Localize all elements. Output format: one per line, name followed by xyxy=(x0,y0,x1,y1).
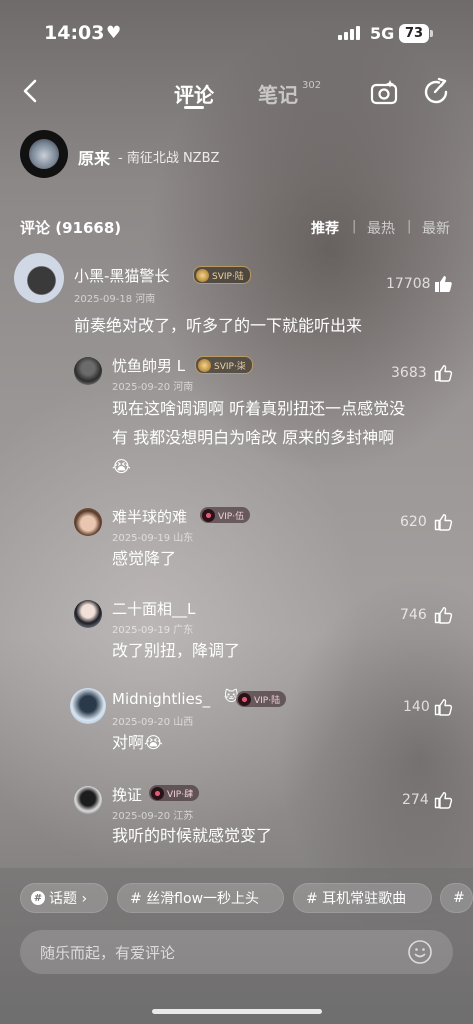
status-time: 14:03 xyxy=(44,22,105,44)
comment-text: 改了别扭，降调了 xyxy=(112,641,241,660)
thumbs-up-icon[interactable] xyxy=(433,790,453,810)
comment-input-placeholder: 随乐而起，有爱评论 xyxy=(40,944,176,962)
tab-comments[interactable]: 评论 xyxy=(174,79,214,108)
commenter-name[interactable]: 难半球的难 xyxy=(112,506,187,527)
tab-active-indicator xyxy=(184,106,204,109)
comment-text: 前奏绝对改了，听多了的一下就能听出来 xyxy=(74,316,363,335)
topic-chip[interactable]: # xyxy=(440,883,473,913)
notes-count: 302 xyxy=(302,80,322,91)
commenter-name[interactable]: 忧鱼帥男 L xyxy=(112,355,185,376)
like-count: 274 xyxy=(402,792,429,808)
like-count: 746 xyxy=(400,607,427,623)
thumbs-up-icon[interactable] xyxy=(433,605,453,625)
chevron-left-icon[interactable] xyxy=(16,76,46,106)
sort-recommended[interactable]: 推荐 xyxy=(311,218,339,238)
vip-badge: VIP·伍 xyxy=(200,507,251,523)
network-type: 5G xyxy=(370,24,395,43)
like-count: 3683 xyxy=(391,365,427,381)
avatar[interactable] xyxy=(14,253,64,303)
topic-chip[interactable]: # 话题 › xyxy=(20,883,108,913)
sort-newest[interactable]: 最新 xyxy=(422,218,450,238)
battery-icon: 73 xyxy=(399,24,429,43)
commenter-name[interactable]: 小黑-黑猫警长 xyxy=(74,265,169,286)
like-count: 620 xyxy=(400,514,427,530)
svip-badge: SVIP·陆 xyxy=(193,266,251,284)
comments-count: 评论 (91668) xyxy=(20,219,122,237)
topic-chip[interactable]: # 丝滑flow一秒上头 xyxy=(117,883,284,913)
avatar[interactable] xyxy=(70,688,106,724)
signal-icon xyxy=(338,26,362,40)
commenter-name[interactable]: 二十面相__L xyxy=(112,598,195,619)
thumbs-up-icon[interactable] xyxy=(433,274,453,294)
like-count: 17708 xyxy=(386,276,431,292)
comment-date: 2025-09-20 江苏 xyxy=(112,811,194,822)
comment-text: 我听的时候就感觉变了 xyxy=(112,826,273,845)
song-title[interactable]: 原来 xyxy=(78,145,110,169)
tab-notes[interactable]: 笔记 xyxy=(258,79,298,108)
emoji-icon[interactable] xyxy=(407,939,433,965)
commenter-name[interactable]: Midnightlies_ xyxy=(112,690,210,708)
song-artist[interactable]: - 南征北战 NZBZ xyxy=(118,147,219,166)
comment-date: 2025-09-19 广东 xyxy=(112,625,194,636)
cover-image xyxy=(29,139,59,169)
heart-icon: ♥ xyxy=(106,23,122,43)
topic-icon: # xyxy=(31,891,45,905)
topic-chip-label: 话题 › xyxy=(49,891,88,907)
topic-chip[interactable]: # 耳机常驻歌曲 xyxy=(293,883,432,913)
svip-badge: SVIP·柒 xyxy=(195,356,253,374)
comment-date: 2025-09-20 山西 xyxy=(112,717,194,728)
thumbs-up-icon[interactable] xyxy=(433,363,453,383)
vip-badge: VIP·肆 xyxy=(149,785,200,801)
battery-tip xyxy=(430,30,433,37)
avatar[interactable] xyxy=(74,600,102,628)
song-cover[interactable] xyxy=(20,130,68,178)
sort-divider: | xyxy=(352,219,357,234)
camera-icon[interactable] xyxy=(369,77,399,107)
home-indicator xyxy=(152,1009,322,1014)
comment-text: 感觉降了 xyxy=(112,549,177,568)
sort-divider: | xyxy=(407,219,412,234)
comment-date: 2025-09-18 河南 xyxy=(74,294,156,305)
share-icon[interactable] xyxy=(421,77,451,107)
comment-text: 有 我都没想明白为啥改 原来的多封神啊 xyxy=(112,428,395,447)
sort-hottest[interactable]: 最热 xyxy=(367,218,395,238)
crying-emoji: 😭 xyxy=(112,457,131,476)
avatar[interactable] xyxy=(74,508,102,536)
avatar[interactable] xyxy=(74,357,102,385)
comment-text: 对啊😭 xyxy=(112,733,163,752)
thumbs-up-icon[interactable] xyxy=(433,697,453,717)
commenter-name[interactable]: 挽证 xyxy=(112,784,142,805)
vip-badge: VIP·陆 xyxy=(236,691,287,707)
comment-text: 现在这啥调调啊 听着真别扭还一点感觉没 xyxy=(112,399,406,418)
avatar[interactable] xyxy=(74,786,102,814)
like-count: 140 xyxy=(403,699,430,715)
comment-date: 2025-09-20 河南 xyxy=(112,382,194,393)
comment-date: 2025-09-19 山东 xyxy=(112,533,194,544)
thumbs-up-icon[interactable] xyxy=(433,512,453,532)
